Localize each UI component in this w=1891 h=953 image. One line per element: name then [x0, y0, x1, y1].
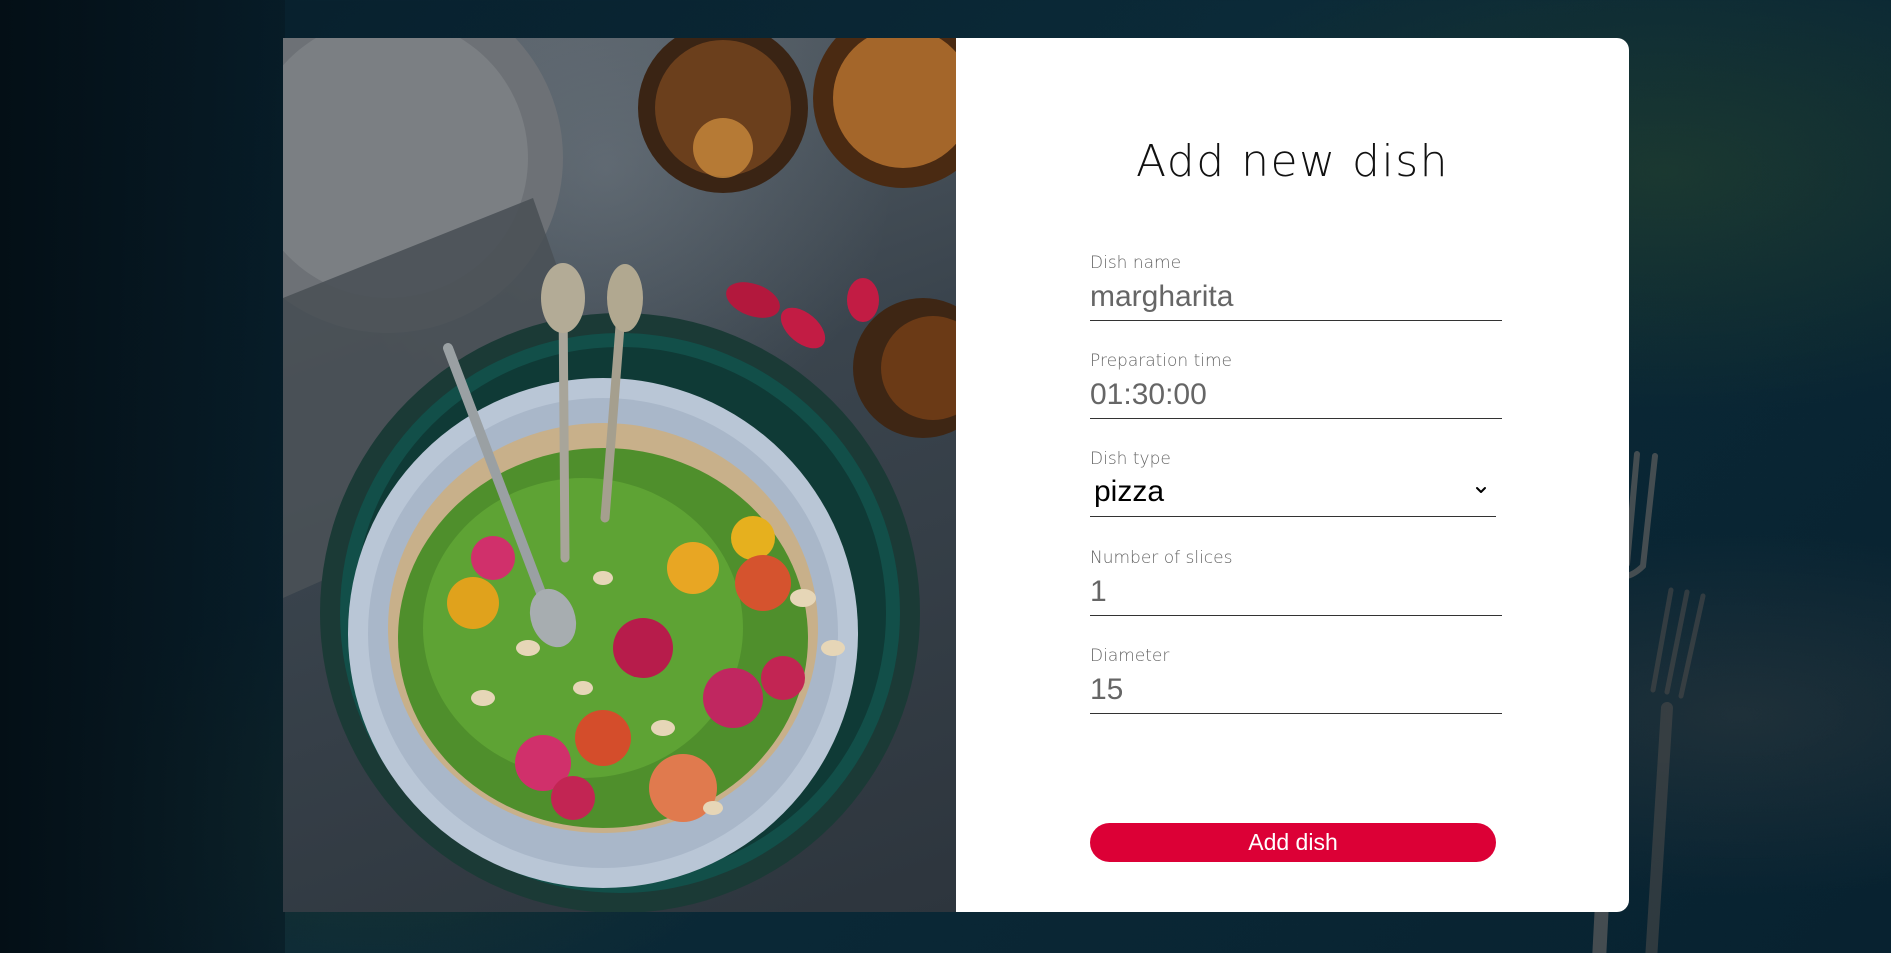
dish-type-field: Dish type pizza — [1090, 449, 1502, 517]
diameter-field: Diameter — [1090, 646, 1502, 714]
dish-type-selected-value: pizza — [1094, 475, 1165, 508]
dish-name-field: Dish name — [1090, 253, 1502, 321]
number-of-slices-label: Number of slices — [1090, 548, 1233, 568]
chevron-down-icon — [1476, 487, 1486, 493]
add-dish-card: Add new dish Dish name Preparation time … — [283, 38, 1629, 912]
dish-type-select[interactable]: pizza — [1090, 473, 1496, 517]
preparation-time-input[interactable] — [1090, 375, 1502, 419]
preparation-time-field: Preparation time — [1090, 351, 1502, 419]
dish-photo — [283, 38, 956, 912]
dish-name-input[interactable] — [1090, 277, 1502, 321]
add-dish-form: Add new dish Dish name Preparation time … — [956, 38, 1629, 912]
form-title: Add new dish — [1135, 136, 1450, 187]
number-of-slices-input[interactable] — [1090, 572, 1502, 616]
dish-type-label: Dish type — [1090, 449, 1171, 469]
background-left-shade — [0, 0, 285, 953]
diameter-label: Diameter — [1090, 646, 1170, 666]
dish-photo-illustration — [283, 38, 956, 912]
add-dish-button[interactable]: Add dish — [1090, 823, 1496, 862]
diameter-input[interactable] — [1090, 670, 1502, 714]
dish-name-label: Dish name — [1090, 253, 1182, 273]
preparation-time-label: Preparation time — [1090, 351, 1233, 371]
number-of-slices-field: Number of slices — [1090, 548, 1502, 616]
